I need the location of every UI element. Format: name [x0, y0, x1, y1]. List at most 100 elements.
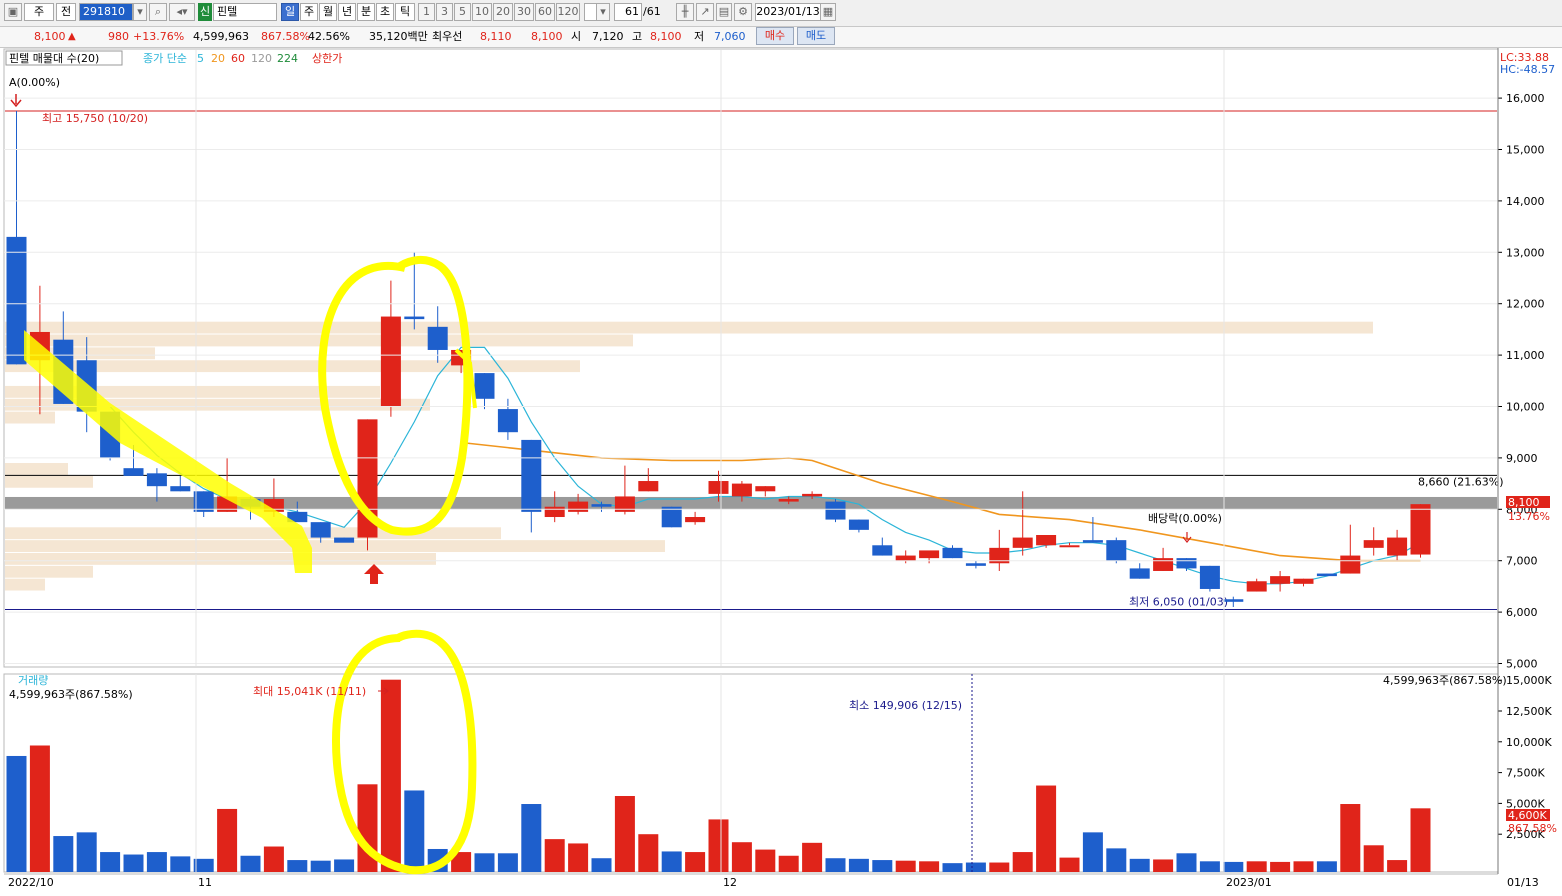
volume-bar[interactable] [989, 862, 1010, 872]
interval-button[interactable]: 3 [436, 3, 453, 21]
speaker-icon[interactable]: ◂▾ [169, 3, 195, 21]
stock-name-field[interactable]: 핀텔 [213, 3, 277, 21]
interval-button[interactable]: 30 [514, 3, 534, 21]
volume-bar[interactable] [217, 808, 238, 872]
volume-bar[interactable] [1246, 861, 1267, 872]
volume-bar[interactable] [193, 858, 214, 872]
volume-bar[interactable] [731, 842, 752, 872]
volume-bar[interactable] [240, 855, 261, 872]
volume-bar[interactable] [334, 859, 355, 872]
volume-bar[interactable] [6, 755, 27, 872]
ma5-legend[interactable]: 5 [197, 52, 204, 65]
candle[interactable] [661, 506, 682, 528]
candle[interactable] [357, 419, 378, 551]
volume-bar[interactable] [1316, 861, 1337, 872]
volume-bar[interactable] [497, 853, 518, 872]
volume-bar[interactable] [614, 796, 635, 872]
chevron-down-icon[interactable]: ▾ [596, 3, 610, 21]
candle[interactable] [1316, 573, 1337, 577]
indicator-icon[interactable]: ╫ [676, 3, 694, 21]
interval-button[interactable]: 20 [493, 3, 513, 21]
candle[interactable] [334, 537, 355, 543]
volume-bar[interactable] [1387, 860, 1408, 872]
market-select[interactable]: 전 [56, 3, 76, 21]
volume-bar[interactable] [638, 834, 659, 872]
volume-bar[interactable] [1036, 785, 1057, 872]
volume-bar[interactable] [544, 839, 565, 872]
type-select[interactable]: 주 [24, 3, 54, 21]
layout-icon[interactable]: ▣ [4, 3, 22, 21]
volume-bar[interactable] [708, 819, 729, 872]
volume-bar[interactable] [895, 860, 916, 872]
buy-button[interactable]: 매수 [756, 27, 794, 45]
volume-title[interactable]: 거래량 [18, 674, 48, 687]
interval-button[interactable]: 60 [535, 3, 555, 21]
drawing-icon[interactable]: ↗ [696, 3, 714, 21]
volume-bar[interactable] [755, 849, 776, 872]
ma120-legend[interactable]: 120 [251, 52, 272, 65]
volume-bar[interactable] [100, 852, 121, 872]
chevron-down-icon[interactable]: ▾ [133, 3, 147, 21]
volume-bar[interactable] [1176, 853, 1197, 872]
volume-bar[interactable] [76, 832, 97, 872]
volume-bar[interactable] [661, 851, 682, 872]
volume-bar[interactable] [380, 679, 401, 872]
volume-bar[interactable] [1059, 857, 1080, 872]
tab-year[interactable]: 년 [338, 3, 356, 21]
volume-bar[interactable] [591, 858, 612, 872]
candle[interactable] [1410, 504, 1431, 558]
volume-bar[interactable] [568, 843, 589, 872]
date-input[interactable]: 2023/01/13 [755, 3, 821, 21]
tab-month[interactable]: 월 [319, 3, 337, 21]
volume-bar[interactable] [1270, 861, 1291, 872]
volume-bar[interactable] [802, 842, 823, 872]
tab-second[interactable]: 초 [376, 3, 394, 21]
volume-bar[interactable] [1153, 859, 1174, 872]
volume-bar[interactable] [1340, 804, 1361, 872]
search-icon[interactable]: ⌕ [149, 3, 167, 21]
volume-bar[interactable] [1223, 861, 1244, 872]
candle[interactable] [825, 499, 846, 523]
candle[interactable] [1199, 565, 1220, 592]
volume-bar[interactable] [919, 861, 940, 872]
ma20-legend[interactable]: 20 [211, 52, 225, 65]
interval-button[interactable]: 120 [556, 3, 580, 21]
volume-bar[interactable] [848, 858, 869, 872]
volume-bar[interactable] [872, 860, 893, 872]
tab-day[interactable]: 일 [281, 3, 299, 21]
candle[interactable] [1106, 537, 1127, 564]
ma60-legend[interactable]: 60 [231, 52, 245, 65]
volume-bar[interactable] [263, 846, 284, 872]
volume-bar[interactable] [170, 856, 191, 872]
volume-bar[interactable] [404, 790, 425, 872]
volume-bar[interactable] [1363, 845, 1384, 872]
volume-bar[interactable] [778, 855, 799, 872]
volume-bar[interactable] [1106, 848, 1127, 872]
ma224-legend[interactable]: 224 [277, 52, 298, 65]
volume-bar[interactable] [1199, 861, 1220, 872]
volume-bar[interactable] [825, 858, 846, 872]
tab-minute[interactable]: 분 [357, 3, 375, 21]
volume-bar[interactable] [1129, 858, 1150, 872]
volume-bar[interactable] [1410, 808, 1431, 872]
stock-chart[interactable]: 최고 15,750 (10/20) 8,660 (21.63%) 최저 6,05… [0, 48, 1562, 896]
interval-button[interactable]: 1 [418, 3, 435, 21]
volume-bar[interactable] [1012, 852, 1033, 872]
volume-bar[interactable] [965, 862, 986, 872]
volume-bar[interactable] [474, 853, 495, 872]
sell-button[interactable]: 매도 [797, 27, 835, 45]
volume-bar[interactable] [1293, 861, 1314, 872]
volume-bar[interactable] [1082, 832, 1103, 872]
limit-up-legend[interactable]: 상한가 [312, 52, 342, 65]
volume-bar[interactable] [287, 860, 308, 872]
volume-bar[interactable] [146, 852, 167, 872]
stock-code-input[interactable]: 291810 [79, 3, 133, 21]
volume-bar[interactable] [942, 863, 963, 872]
interval-button[interactable]: 5 [454, 3, 471, 21]
ma-legend-label[interactable]: 종가 단순 [143, 52, 187, 65]
volume-bar[interactable] [53, 836, 74, 872]
save-icon[interactable]: ▤ [716, 3, 732, 21]
volume-bar[interactable] [29, 745, 50, 872]
gear-icon[interactable]: ⚙ [734, 3, 752, 21]
volume-bar[interactable] [685, 852, 706, 872]
